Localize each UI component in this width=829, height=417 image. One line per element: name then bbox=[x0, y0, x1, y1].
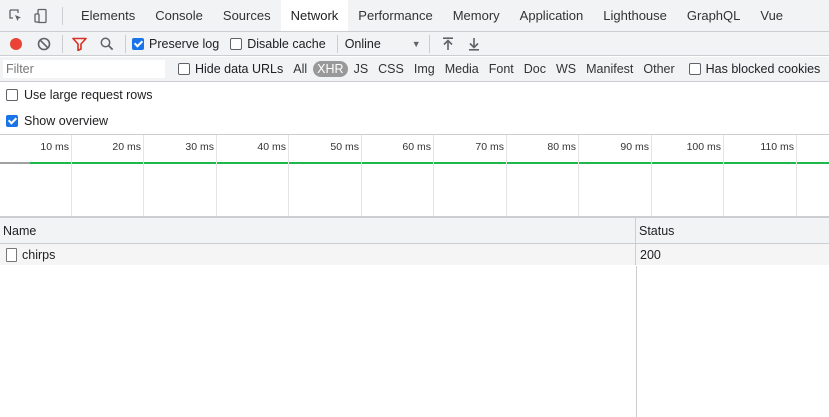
filter-input[interactable] bbox=[3, 60, 165, 78]
column-header-status[interactable]: Status bbox=[636, 218, 829, 243]
overview-gridline bbox=[578, 135, 579, 216]
type-filter-ws[interactable]: WS bbox=[552, 61, 580, 77]
overview-gridline bbox=[216, 135, 217, 216]
overview-tick-label: 80 ms bbox=[547, 141, 576, 153]
import-har-icon[interactable] bbox=[438, 33, 458, 55]
request-status-cell: 200 bbox=[640, 247, 661, 262]
preserve-log-label: Preserve log bbox=[149, 36, 220, 51]
type-filter-manifest[interactable]: Manifest bbox=[582, 61, 637, 77]
overview-tick-label: 100 ms bbox=[686, 141, 721, 153]
clear-button[interactable] bbox=[34, 33, 54, 55]
overview-tick-label: 70 ms bbox=[475, 141, 504, 153]
devtools-tabbar: Elements Console Sources Network Performance… bbox=[0, 0, 829, 32]
toolbar-divider bbox=[62, 6, 63, 25]
overview-gridline bbox=[143, 135, 144, 216]
large-rows-label: Use large request rows bbox=[24, 88, 153, 102]
has-blocked-cookies-label: Has blocked cookies bbox=[705, 62, 821, 76]
tab-graphql[interactable]: GraphQL bbox=[677, 0, 750, 31]
table-row[interactable]: chirps 200 bbox=[0, 244, 829, 265]
toolbar-divider bbox=[428, 34, 430, 53]
type-filter-img[interactable]: Img bbox=[410, 61, 439, 77]
type-filter-css[interactable]: CSS bbox=[374, 61, 408, 77]
type-filter-js[interactable]: JS bbox=[350, 61, 373, 77]
disable-cache-label: Disable cache bbox=[247, 36, 326, 51]
tab-network[interactable]: Network bbox=[280, 0, 349, 31]
tab-application[interactable]: Application bbox=[510, 0, 594, 31]
search-icon[interactable] bbox=[97, 33, 117, 55]
overview-tick-label: 10 ms bbox=[40, 141, 69, 153]
type-filter-all[interactable]: All bbox=[289, 61, 311, 77]
disable-cache-checkbox[interactable]: Disable cache bbox=[230, 37, 326, 51]
throttling-value: Online bbox=[344, 36, 381, 51]
overview-gridline bbox=[723, 135, 724, 216]
overview-gridline bbox=[506, 135, 507, 216]
tab-performance[interactable]: Performance bbox=[348, 0, 442, 31]
hide-data-urls-check-icon[interactable] bbox=[178, 63, 190, 75]
large-rows-check-icon[interactable] bbox=[6, 89, 18, 101]
hide-data-urls-checkbox[interactable]: Hide data URLs bbox=[178, 62, 283, 76]
large-rows-setting[interactable]: Use large request rows bbox=[6, 86, 153, 104]
hide-data-urls-label: Hide data URLs bbox=[195, 62, 284, 76]
toolbar-divider bbox=[336, 34, 338, 53]
request-table: Name Status chirps 200 bbox=[0, 216, 829, 417]
export-har-icon[interactable] bbox=[464, 33, 484, 55]
toolbar-divider bbox=[62, 34, 63, 53]
filter-icon[interactable] bbox=[69, 33, 89, 55]
overview-request-line bbox=[30, 162, 829, 164]
type-filter-font[interactable]: Font bbox=[485, 61, 518, 77]
document-icon bbox=[6, 247, 17, 262]
request-name-cell[interactable]: chirps bbox=[0, 244, 636, 265]
throttling-select[interactable]: Online ▼ bbox=[341, 37, 421, 51]
preserve-log-check-icon[interactable] bbox=[132, 37, 144, 50]
column-divider[interactable] bbox=[636, 266, 637, 417]
tab-console[interactable]: Console bbox=[145, 0, 213, 31]
toolbar-divider bbox=[125, 34, 126, 53]
tab-sources[interactable]: Sources bbox=[213, 0, 281, 31]
overview-tick-label: 20 ms bbox=[112, 141, 141, 153]
overview-tick-label: 30 ms bbox=[185, 141, 214, 153]
inspect-element-icon[interactable] bbox=[2, 0, 28, 31]
column-header-name[interactable]: Name bbox=[0, 218, 636, 243]
tab-elements[interactable]: Elements bbox=[71, 0, 145, 31]
record-button[interactable] bbox=[6, 33, 26, 55]
request-name: chirps bbox=[22, 247, 56, 262]
overview-gridline bbox=[288, 135, 289, 216]
show-overview-check-icon[interactable] bbox=[6, 115, 18, 127]
chevron-down-icon: ▼ bbox=[411, 38, 421, 49]
device-toolbar-icon[interactable] bbox=[28, 0, 54, 31]
has-blocked-cookies-checkbox[interactable]: Has blocked cookies bbox=[688, 62, 821, 76]
overview-tick-label: 50 ms bbox=[330, 141, 359, 153]
overview-tick-label: 60 ms bbox=[402, 141, 431, 153]
type-filter-media[interactable]: Media bbox=[441, 61, 483, 77]
type-filter-doc[interactable]: Doc bbox=[520, 61, 550, 77]
type-filter-xhr[interactable]: XHR bbox=[313, 61, 348, 77]
overview-gridline bbox=[361, 135, 362, 216]
show-overview-label: Show overview bbox=[24, 114, 109, 128]
preserve-log-checkbox[interactable]: Preserve log bbox=[132, 37, 219, 51]
overview-gridline bbox=[651, 135, 652, 216]
filter-bar: Hide data URLs AllXHRJSCSSImgMediaFontDo… bbox=[0, 57, 829, 82]
has-blocked-cookies-check-icon[interactable] bbox=[688, 63, 701, 75]
overview-gridline bbox=[433, 135, 434, 216]
show-overview-setting[interactable]: Show overview bbox=[6, 112, 108, 130]
type-filter-other[interactable]: Other bbox=[639, 61, 678, 77]
disable-cache-check-icon[interactable] bbox=[230, 37, 243, 50]
network-toolbar: Preserve log Disable cache Online ▼ bbox=[0, 32, 829, 56]
overview-early-segment bbox=[0, 162, 30, 164]
overview-tick-label: 40 ms bbox=[257, 141, 286, 153]
overview-gridline bbox=[796, 135, 797, 216]
network-overview[interactable]: 10 ms 20 ms 30 ms 40 ms 50 ms 60 ms 70 ms 80 ms… bbox=[0, 134, 829, 216]
table-header: Name Status bbox=[0, 218, 829, 244]
overview-tick-label: 110 ms bbox=[760, 141, 794, 153]
overview-tick-label: 90 ms bbox=[620, 141, 649, 153]
tab-lighthouse[interactable]: Lighthouse bbox=[593, 0, 677, 31]
tab-memory[interactable]: Memory bbox=[443, 0, 510, 31]
overview-gridline bbox=[71, 135, 72, 216]
tab-vue[interactable]: Vue bbox=[750, 0, 793, 31]
